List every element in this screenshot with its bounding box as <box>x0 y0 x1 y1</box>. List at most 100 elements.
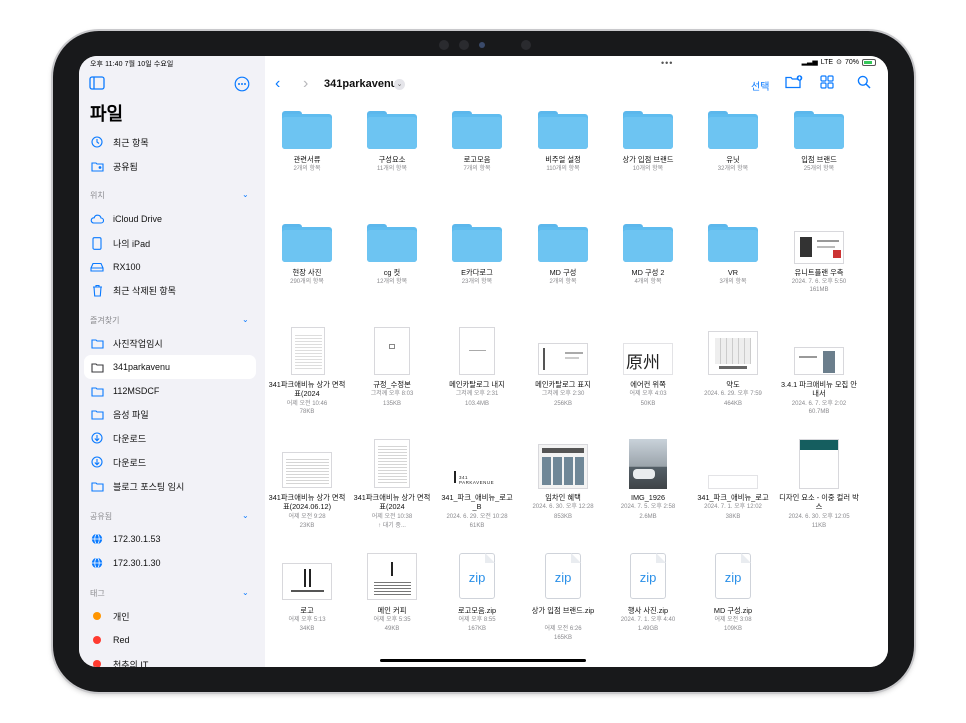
chevron-down-icon[interactable]: ⌄ <box>242 588 249 597</box>
forward-button[interactable]: › <box>303 75 308 93</box>
sidebar-title: 파일 <box>90 104 124 124</box>
camera-bar <box>434 38 534 52</box>
sidebar-item-tag[interactable]: Red <box>84 628 256 652</box>
folder-icon <box>90 360 104 374</box>
file-item[interactable]: zip 상가 입점 브랜드.zip 어제 오전 6:26 165KB <box>523 553 603 641</box>
sidebar-item-my-ipad[interactable]: 나의 iPad <box>84 231 256 255</box>
sidebar-toggle-icon[interactable] <box>89 76 105 93</box>
file-item[interactable]: 341_파크_애비뉴_로고 2024. 7. 1. 오후 12:02 38KB <box>693 439 773 534</box>
sidebar-item-favorite[interactable]: 다운로드 <box>84 450 256 474</box>
file-item[interactable]: 규정_수정본 그저께 오후 8:03 135KB <box>352 327 432 422</box>
more-options-icon[interactable] <box>234 76 250 95</box>
sidebar-item-server[interactable]: 172.30.1.53 <box>84 527 256 551</box>
file-item[interactable]: zip MD 구성.zip 어제 오전 3:08 109KB <box>693 553 773 638</box>
file-item[interactable]: 原州 에어컨 위쪽 어제 오후 4:03 50KB <box>608 327 688 422</box>
screen: 오후 11:40 7월 10일 수요일 파일 최근 항목 공유됨 위치 ⌄ iC… <box>79 56 888 667</box>
tag-dot-icon <box>93 612 101 620</box>
sidebar-item-recents[interactable]: 최근 항목 <box>84 130 256 154</box>
logo-thumbnail <box>708 475 758 489</box>
file-item[interactable]: 341파크애비뉴 상가 면적표(2024.06.12) 어제 오전 9:28 2… <box>267 439 347 534</box>
sidebar-item-favorite[interactable]: 다운로드 <box>84 426 256 450</box>
download-icon <box>90 455 104 469</box>
spreadsheet-thumbnail <box>291 327 325 375</box>
logo-thumbnail <box>282 563 332 600</box>
file-item[interactable]: 유니트플랜 우측 2024. 7. 6. 오후 5:50 161MB <box>779 224 859 304</box>
chevron-down-icon[interactable]: ⌄ <box>242 511 249 520</box>
folder-item[interactable]: cg 컷 12개의 항목 <box>352 224 432 294</box>
folder-item[interactable]: MD 구성 2개의 항목 <box>523 224 603 294</box>
folder-item[interactable]: 유닛 32개의 항목 <box>693 111 773 181</box>
sidebar-item-favorite[interactable]: 112MSDCF <box>84 379 256 403</box>
file-item[interactable]: 메인 커피 어제 오후 5:35 49KB <box>352 553 432 638</box>
file-browser: ••• ▂▃▅ LTE ⊙ 70% ‹ › 341parkavenu ⌄ 선택 … <box>265 56 888 667</box>
zip-file-icon: zip <box>630 553 666 599</box>
spreadsheet-thumbnail <box>374 439 410 488</box>
spreadsheet-thumbnail <box>282 452 332 488</box>
sidebar-item-tag[interactable]: 천추의 IT <box>84 652 256 667</box>
ipad-icon <box>90 236 104 250</box>
sidebar-item-favorite[interactable]: 음성 파일 <box>84 402 256 426</box>
select-button[interactable]: 선택 <box>751 78 769 93</box>
chevron-down-icon[interactable]: ⌄ <box>242 190 249 199</box>
folder-icon <box>538 224 588 262</box>
file-item[interactable]: 디자인 요소 - 이중 컬러 박스 2024. 6. 30. 오후 12:05 … <box>779 439 859 534</box>
folder-title[interactable]: 341parkavenu <box>324 78 397 90</box>
folder-item[interactable]: 입점 브랜드 25개의 항목 <box>779 111 859 181</box>
section-header-favorites: 즐겨찾기 <box>90 316 120 325</box>
sidebar-item-favorite-selected[interactable]: 341parkavenu <box>84 355 256 379</box>
file-item[interactable]: 로고 어제 오후 5:13 34KB <box>267 553 347 638</box>
catalog-cover-thumbnail <box>538 343 588 375</box>
file-item[interactable]: 메인카탈로그 표지 그저께 오후 2:30 256KB <box>523 327 603 422</box>
battery-icon <box>862 58 876 66</box>
folder-icon <box>708 111 758 149</box>
search-icon[interactable] <box>857 75 871 93</box>
folder-item[interactable]: 현장 사진 290개의 항목 <box>267 224 347 294</box>
multitasking-dots-icon[interactable]: ••• <box>661 58 673 68</box>
benefit-thumbnail <box>538 444 588 489</box>
catalog-thumbnail <box>459 327 495 375</box>
folder-item[interactable]: VR 3개의 항목 <box>693 224 773 294</box>
new-folder-icon[interactable] <box>785 75 803 93</box>
home-indicator[interactable] <box>380 659 586 662</box>
file-item[interactable]: 약도 2024. 6. 29. 오후 7:59 464KB <box>693 327 773 422</box>
file-item[interactable]: IMG_1926 2024. 7. 5. 오후 2:58 2.6MB <box>608 439 688 534</box>
folder-item[interactable]: 관련서류 2개의 항목 <box>267 111 347 181</box>
folder-item[interactable]: 상가 입점 브랜드 10개의 항목 <box>608 111 688 181</box>
file-item[interactable]: 341파크애비뉴 상가 면적표(2024 어제 오전 10:38 ↑ 대기 중.… <box>352 439 432 534</box>
title-menu-chevron-icon[interactable]: ⌄ <box>394 79 405 90</box>
folder-item[interactable]: 로고모음 7개의 항목 <box>437 111 517 181</box>
file-item[interactable]: 임차인 혜택 2024. 6. 30. 오후 12:28 853KB <box>523 439 603 534</box>
tag-dot-icon <box>93 636 101 644</box>
color-box-thumbnail <box>799 439 839 489</box>
file-item[interactable]: zip 로고모음.zip 어제 오후 8:55 167KB <box>437 553 517 638</box>
sidebar-item-favorite[interactable]: 블로그 포스팅 임시 <box>84 474 256 498</box>
folder-icon <box>708 224 758 262</box>
sidebar-item-recently-deleted[interactable]: 최근 삭제된 항목 <box>84 278 256 302</box>
section-header-shared: 공유됨 <box>90 512 113 521</box>
globe-icon <box>90 532 104 546</box>
sidebar-item-server[interactable]: 172.30.1.30 <box>84 551 256 575</box>
download-icon <box>90 431 104 445</box>
folder-item[interactable]: 구성요소 11개의 항목 <box>352 111 432 181</box>
back-button[interactable]: ‹ <box>275 75 280 93</box>
sidebar-item-rx100[interactable]: RX100 <box>84 255 256 279</box>
file-item[interactable]: 메인카탈로그 내지 그저께 오후 2:31 103.4MB <box>437 327 517 422</box>
sidebar-item-icloud[interactable]: iCloud Drive <box>84 207 256 231</box>
map-thumbnail <box>708 331 758 375</box>
folder-icon <box>538 111 588 149</box>
sidebar-item-tag[interactable]: 개인 <box>84 604 256 628</box>
folder-item[interactable]: MD 구성 2 4개의 항목 <box>608 224 688 294</box>
file-item[interactable]: zip 행사 사진.zip 2024. 7. 1. 오후 4:40 1.49GB <box>608 553 688 638</box>
grid-view-icon[interactable] <box>820 75 834 93</box>
file-item[interactable]: 341파크애비뉴 상가 면적표(2024 어제 오전 10:46 78KB <box>267 327 347 422</box>
folder-icon <box>452 111 502 149</box>
globe-icon <box>90 556 104 570</box>
chevron-down-icon[interactable]: ⌄ <box>242 315 249 324</box>
file-item[interactable]: 341 PARKAVENUE 341_파크_애비뉴_로고_B 2024. 6. … <box>437 439 517 534</box>
folder-item[interactable]: 비주얼 설정 110개의 항목 <box>523 111 603 181</box>
logo-thumbnail: 341 PARKAVENUE <box>452 469 502 489</box>
folder-item[interactable]: E카다로그 23개의 항목 <box>437 224 517 294</box>
sidebar-item-favorite[interactable]: 사진작업임시 <box>84 331 256 355</box>
file-item[interactable]: 3.4.1 파크애비뉴 모집 안내서 2024. 6. 7. 오후 2:02 6… <box>779 327 859 422</box>
sidebar-item-shared[interactable]: 공유됨 <box>84 154 256 178</box>
